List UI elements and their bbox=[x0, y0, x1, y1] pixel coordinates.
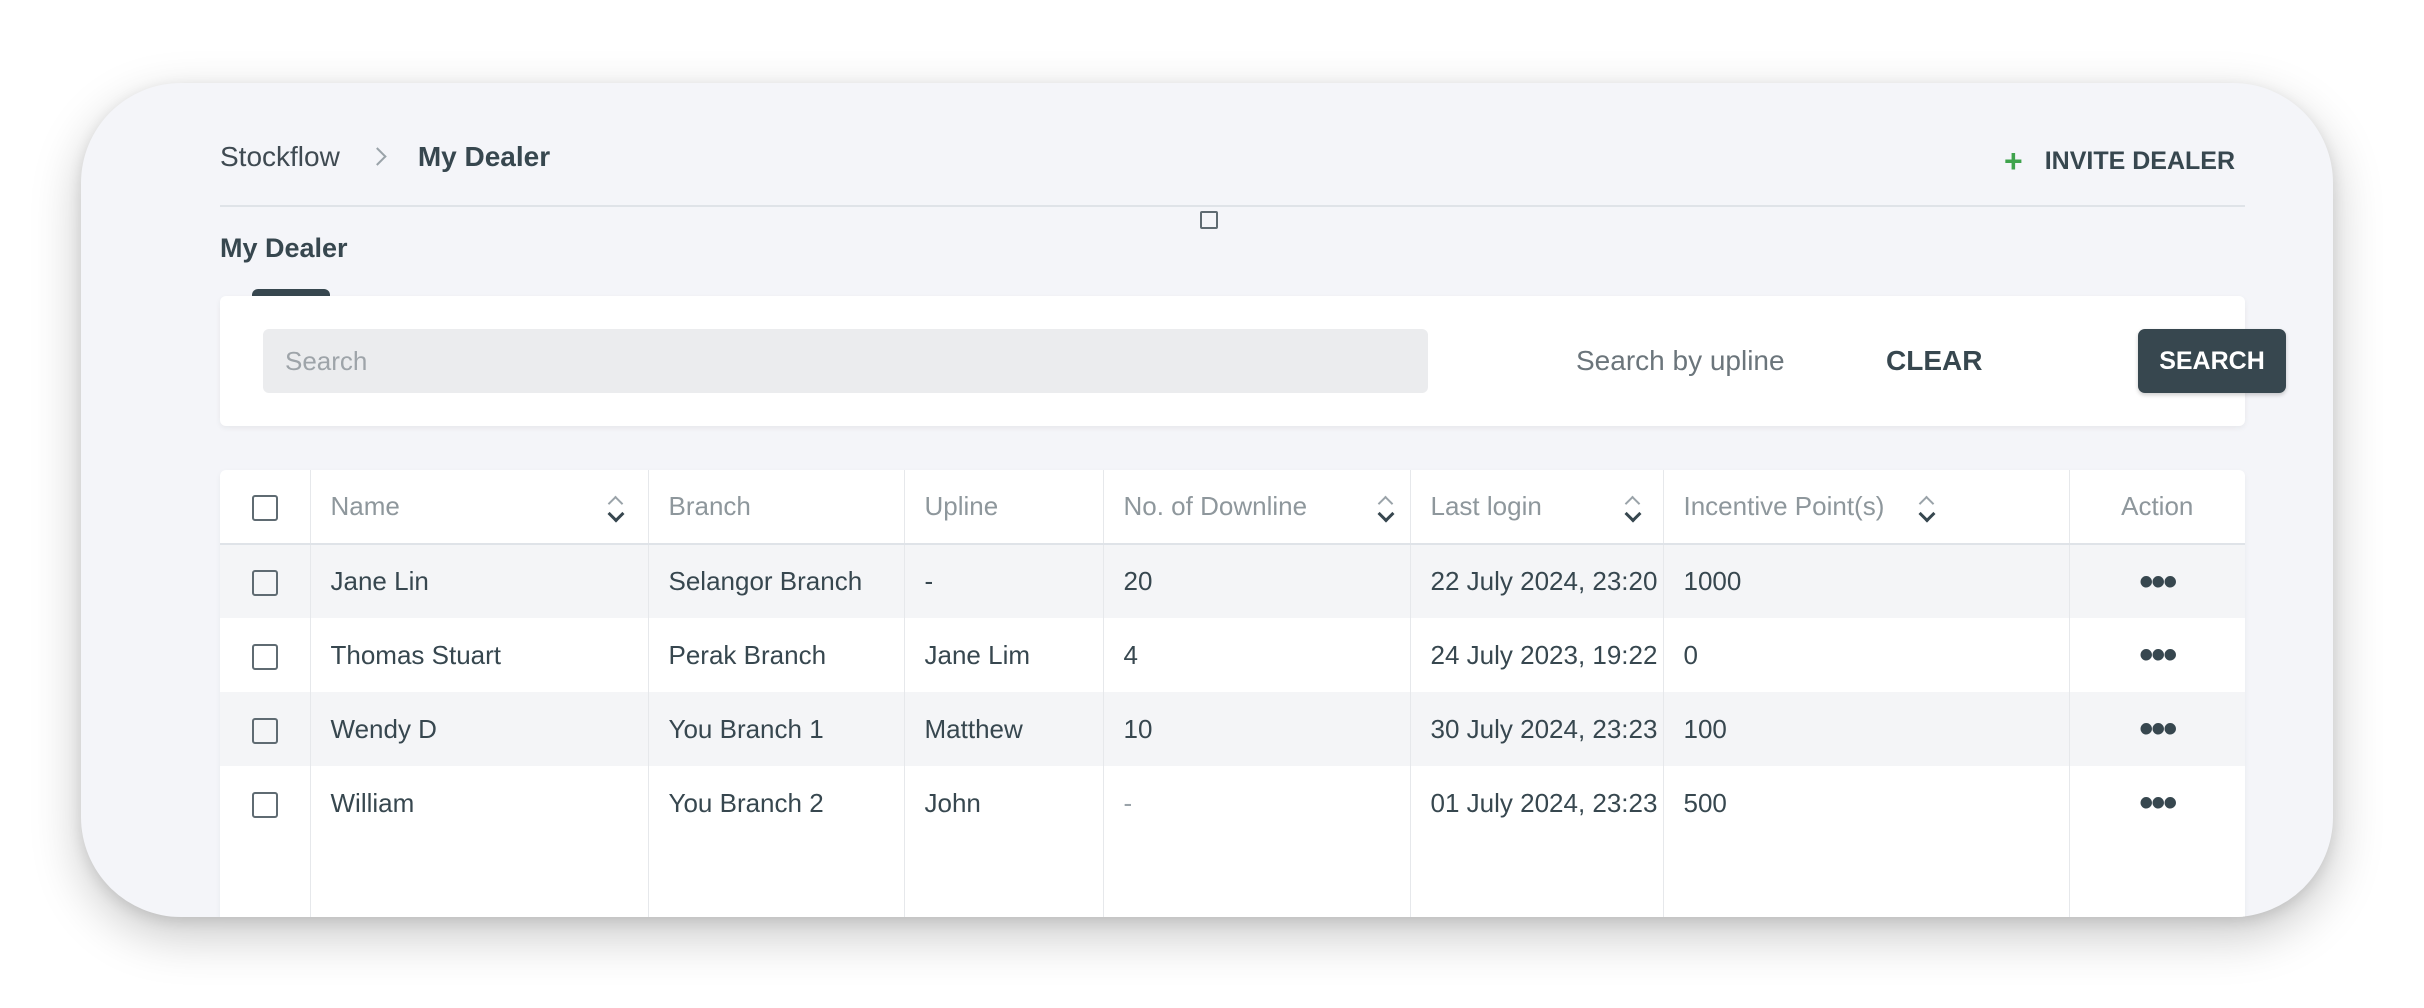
column-label: Branch bbox=[668, 491, 751, 521]
search-input[interactable] bbox=[263, 329, 1428, 393]
search-button[interactable]: SEARCH bbox=[2138, 329, 2286, 393]
column-header-branch: Branch bbox=[648, 470, 905, 545]
cell-downline: 10 bbox=[1103, 692, 1411, 766]
cell-points: 0 bbox=[1663, 618, 2070, 692]
empty-cell bbox=[1410, 840, 1664, 917]
cell-points: 1000 bbox=[1663, 544, 2070, 618]
breadcrumb-current: My Dealer bbox=[417, 141, 551, 172]
invite-dealer-label: INVITE DEALER bbox=[2044, 147, 2235, 175]
cell-upline: Matthew bbox=[904, 692, 1104, 766]
cell-points: 100 bbox=[1663, 692, 2070, 766]
select-cell bbox=[220, 544, 311, 618]
table-header-row: Name Branch Upline No. of Downline Last … bbox=[220, 470, 2245, 545]
chevron-right-icon bbox=[368, 144, 394, 170]
breadcrumb-root-link[interactable]: Stockflow bbox=[220, 141, 340, 173]
table-empty-space bbox=[220, 840, 2245, 917]
more-options-icon[interactable]: ••• bbox=[2139, 781, 2177, 825]
cell-branch: You Branch 2 bbox=[648, 766, 905, 840]
page-header: Stockflow My Dealer + INVITE DEALER bbox=[220, 133, 2245, 207]
search-bar: CLEAR SEARCH bbox=[220, 296, 2286, 426]
cell-name: Wendy D bbox=[310, 692, 649, 766]
cell-upline: - bbox=[904, 544, 1104, 618]
empty-cell bbox=[310, 840, 649, 917]
column-label: No. of Downline bbox=[1123, 491, 1308, 521]
empty-cell bbox=[648, 840, 905, 917]
dealer-table: Name Branch Upline No. of Downline Last … bbox=[220, 470, 2245, 917]
cell-last-login: 22 July 2024, 23:20 bbox=[1410, 544, 1664, 618]
row-checkbox[interactable] bbox=[251, 791, 278, 818]
action-cell: ••• bbox=[2069, 618, 2245, 692]
cell-last-login: 30 July 2024, 23:23 bbox=[1410, 692, 1664, 766]
column-header-upline: Upline bbox=[904, 470, 1104, 545]
empty-cell bbox=[2069, 840, 2245, 917]
empty-cell bbox=[904, 840, 1104, 917]
table-row[interactable]: William You Branch 2 John - 01 July 2024… bbox=[220, 766, 2245, 840]
sort-icon[interactable] bbox=[606, 494, 624, 524]
cell-branch: You Branch 1 bbox=[648, 692, 905, 766]
column-header-name[interactable]: Name bbox=[310, 470, 649, 545]
table-row[interactable]: Thomas Stuart Perak Branch Jane Lim 4 24… bbox=[220, 618, 2245, 692]
cell-points: 500 bbox=[1663, 766, 2070, 840]
action-cell: ••• bbox=[2069, 766, 2245, 840]
row-checkbox[interactable] bbox=[251, 570, 278, 597]
square-icon bbox=[1200, 211, 1218, 229]
section-title: My Dealer bbox=[220, 233, 348, 263]
plus-icon: + bbox=[2004, 143, 2023, 179]
row-checkbox[interactable] bbox=[251, 643, 278, 670]
column-label: Upline bbox=[924, 491, 999, 521]
select-all-checkbox[interactable] bbox=[251, 495, 278, 522]
column-header-action: Action bbox=[2069, 470, 2245, 545]
column-header-points[interactable]: Incentive Point(s) bbox=[1663, 470, 2070, 545]
clear-button[interactable]: CLEAR bbox=[1886, 329, 1982, 393]
empty-cell bbox=[220, 840, 311, 917]
invite-dealer-button[interactable]: + INVITE DEALER bbox=[2004, 143, 2235, 180]
cell-last-login: 24 July 2023, 19:22 bbox=[1410, 618, 1664, 692]
header-select-cell bbox=[220, 470, 311, 545]
select-cell bbox=[220, 692, 311, 766]
column-label: Last login bbox=[1430, 491, 1542, 521]
cell-name: Jane Lin bbox=[310, 544, 649, 618]
select-cell bbox=[220, 766, 311, 840]
table-row[interactable]: Jane Lin Selangor Branch - 20 22 July 20… bbox=[220, 544, 2245, 618]
empty-cell bbox=[1663, 840, 2070, 917]
app-window: Stockflow My Dealer + INVITE DEALER My D… bbox=[81, 83, 2333, 917]
more-options-icon[interactable]: ••• bbox=[2139, 560, 2177, 604]
breadcrumb: Stockflow My Dealer bbox=[220, 141, 550, 173]
more-options-icon[interactable]: ••• bbox=[2139, 633, 2177, 677]
upline-search-input[interactable] bbox=[1576, 329, 1816, 393]
sort-icon[interactable] bbox=[1917, 494, 1935, 524]
cell-last-login: 01 July 2024, 23:23 bbox=[1410, 766, 1664, 840]
cell-downline: 4 bbox=[1103, 618, 1411, 692]
sort-icon[interactable] bbox=[1376, 494, 1394, 524]
action-cell: ••• bbox=[2069, 544, 2245, 618]
more-options-icon[interactable]: ••• bbox=[2139, 707, 2177, 751]
table-row[interactable]: Wendy D You Branch 1 Matthew 10 30 July … bbox=[220, 692, 2245, 766]
cell-name: William bbox=[310, 766, 649, 840]
cell-name: Thomas Stuart bbox=[310, 618, 649, 692]
column-label: Name bbox=[330, 491, 400, 521]
cell-downline: - bbox=[1103, 766, 1411, 840]
cell-downline: 20 bbox=[1103, 544, 1411, 618]
cell-upline: Jane Lim bbox=[904, 618, 1104, 692]
cell-upline: John bbox=[904, 766, 1104, 840]
column-header-downline[interactable]: No. of Downline bbox=[1103, 470, 1411, 545]
row-checkbox[interactable] bbox=[251, 717, 278, 744]
column-header-last-login[interactable]: Last login bbox=[1410, 470, 1664, 545]
empty-cell bbox=[1103, 840, 1411, 917]
column-label: Incentive Point(s) bbox=[1683, 491, 1885, 521]
cell-branch: Perak Branch bbox=[648, 618, 905, 692]
sort-icon[interactable] bbox=[1623, 494, 1641, 524]
action-cell: ••• bbox=[2069, 692, 2245, 766]
cell-branch: Selangor Branch bbox=[648, 544, 905, 618]
select-cell bbox=[220, 618, 311, 692]
